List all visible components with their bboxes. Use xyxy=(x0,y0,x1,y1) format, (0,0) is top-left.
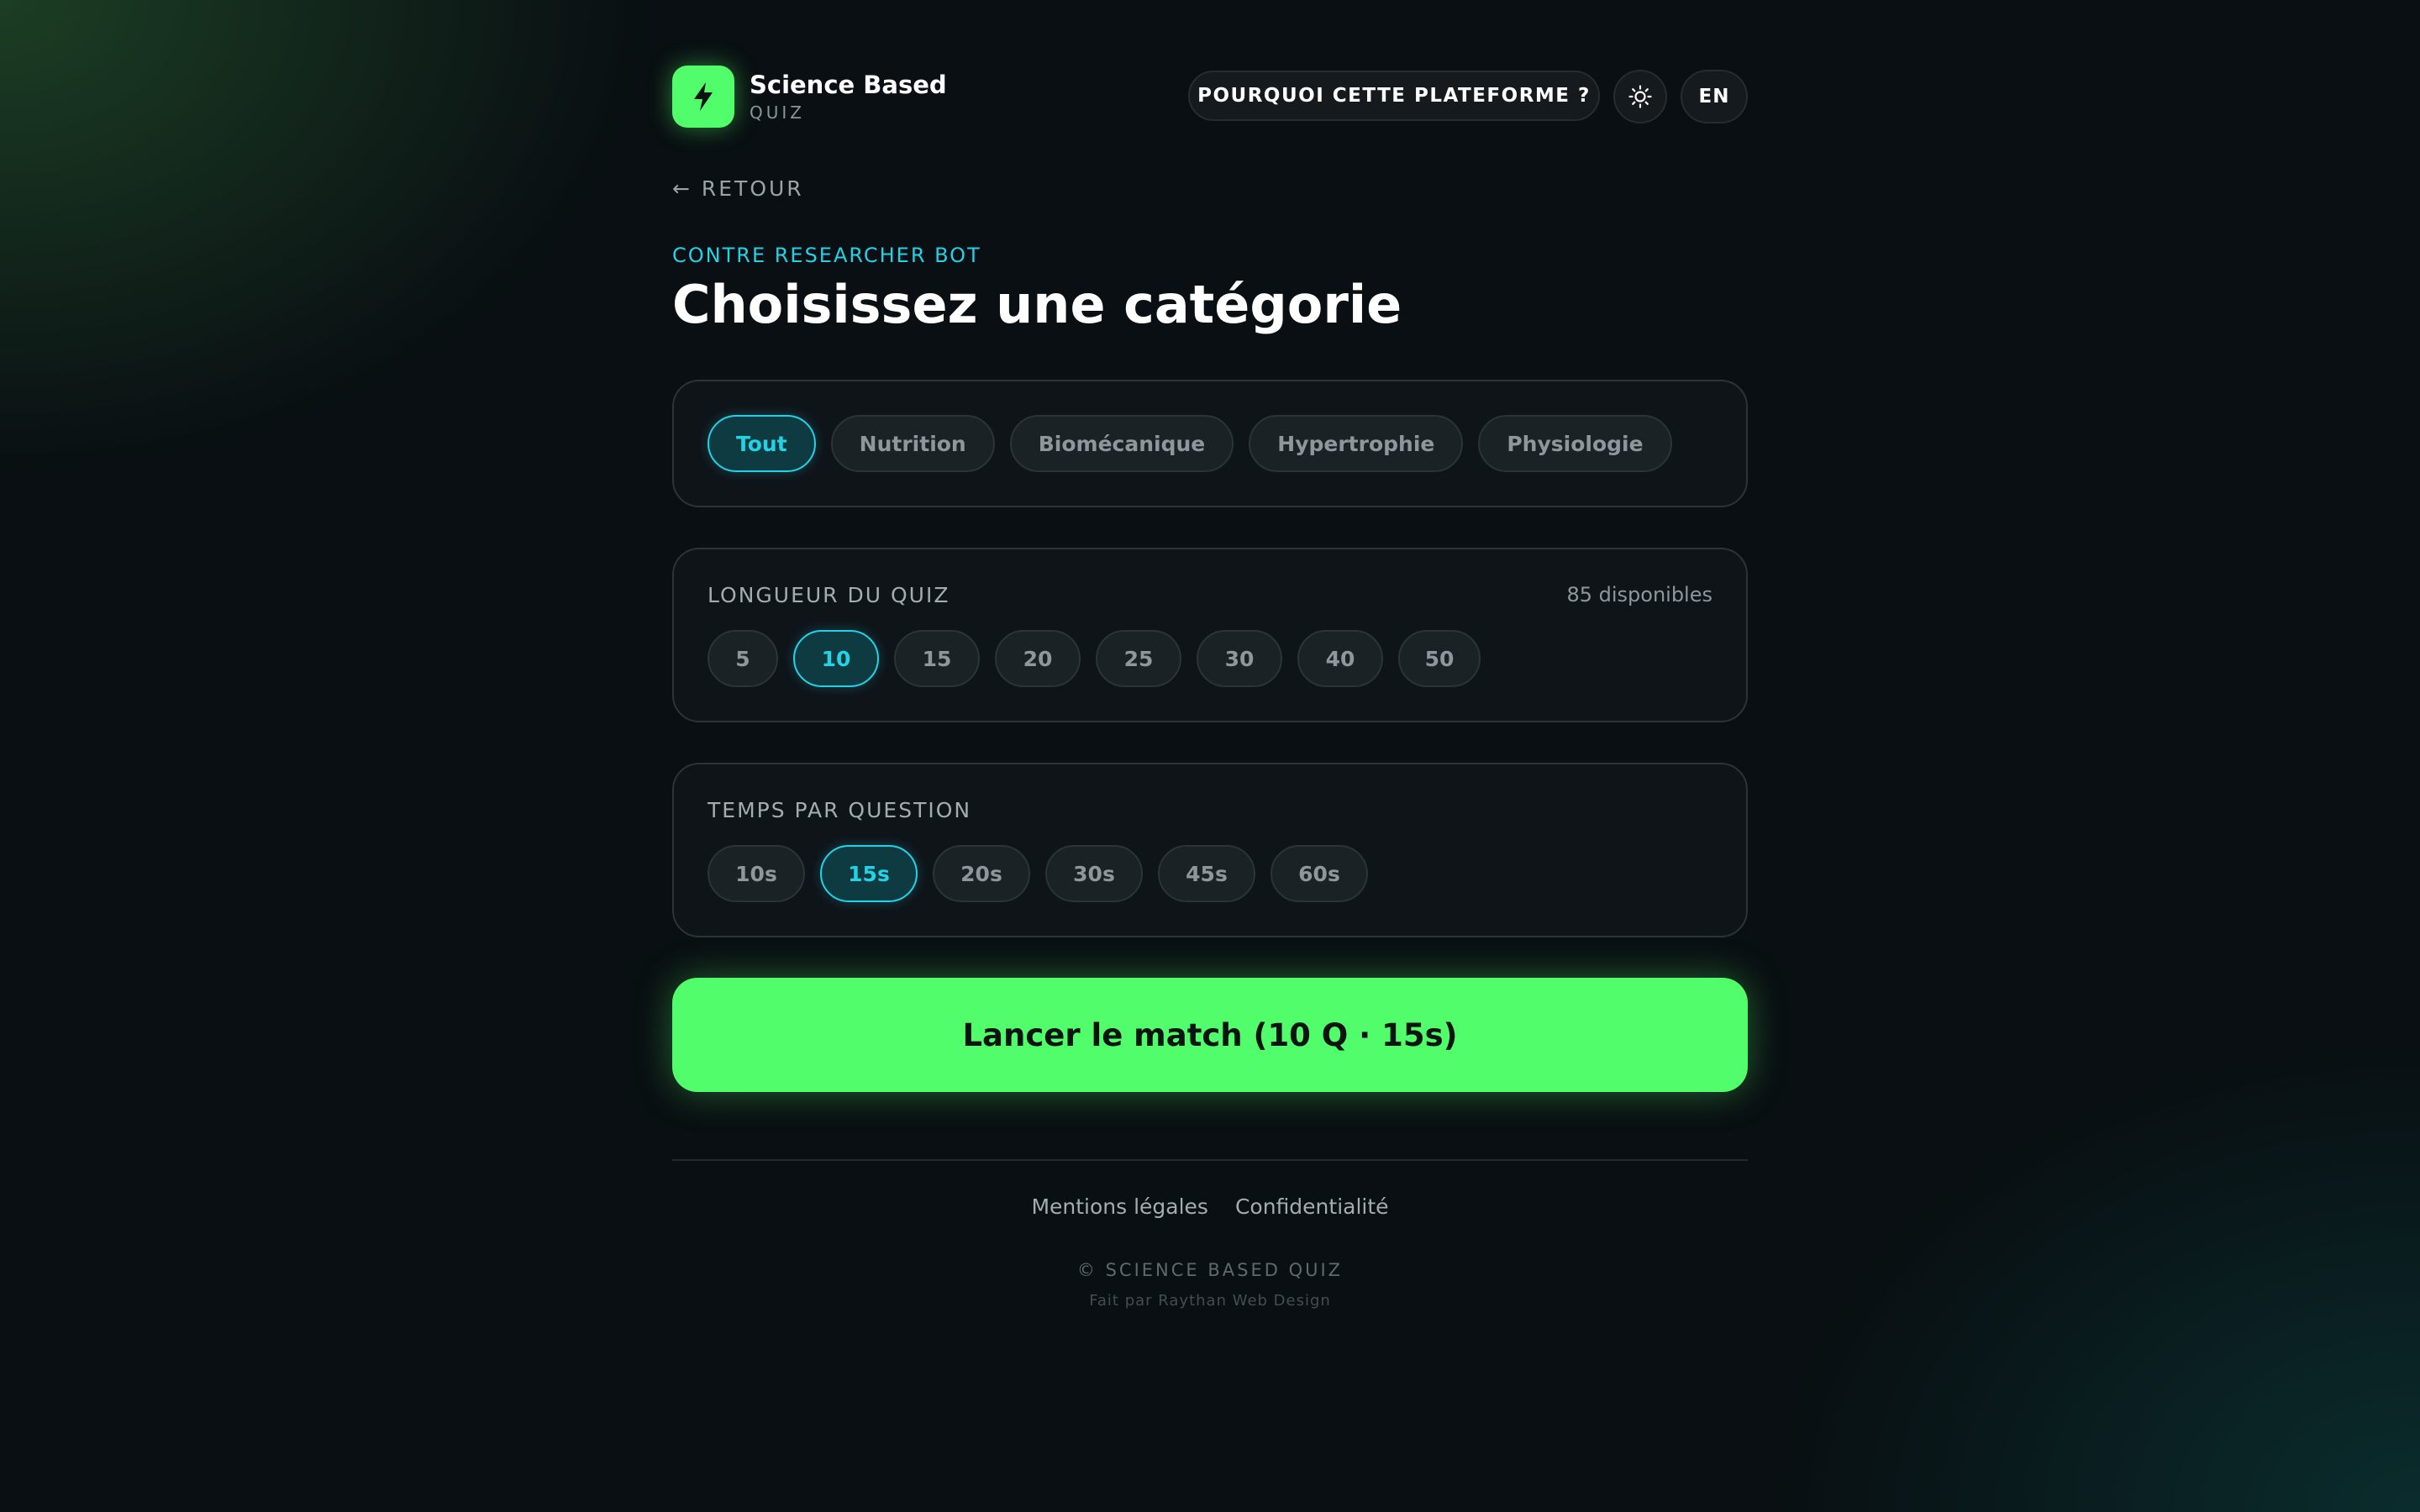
back-link[interactable]: ← RETOUR xyxy=(672,176,804,201)
category-chip[interactable]: Physiologie xyxy=(1478,415,1672,472)
mode-eyebrow: CONTRE RESEARCHER BOT xyxy=(672,244,981,267)
theme-toggle-button[interactable] xyxy=(1613,70,1667,123)
language-button[interactable]: EN xyxy=(1681,70,1748,123)
time-chip[interactable]: 60s xyxy=(1270,845,1368,902)
quiz-length-chip[interactable]: 40 xyxy=(1297,630,1383,687)
category-chip[interactable]: Nutrition xyxy=(830,415,995,472)
quiz-length-chip[interactable]: 50 xyxy=(1398,630,1481,687)
category-chip[interactable]: Biomécanique xyxy=(1009,415,1234,472)
footer-link[interactable]: Mentions légales xyxy=(1031,1194,1208,1219)
footer-copyright: © SCIENCE BASED QUIZ xyxy=(1076,1260,1344,1280)
category-panel: Tout Nutrition Biomécanique Hypertrophie Phy… xyxy=(672,380,1748,507)
time-chip[interactable]: 15s xyxy=(820,845,918,902)
quiz-length-chip[interactable]: 10 xyxy=(793,630,879,687)
logo[interactable] xyxy=(672,66,734,128)
time-chip[interactable]: 30s xyxy=(1045,845,1143,902)
footer-links: Mentions légales Confidentialité xyxy=(672,1194,1748,1219)
category-chip[interactable]: Hypertrophie xyxy=(1249,415,1464,472)
launch-match-button[interactable]: Lancer le match (10 Q · 15s) xyxy=(672,978,1748,1092)
page-title: Choisissez une catégorie xyxy=(672,274,1402,335)
footer-link[interactable]: Confidentialité xyxy=(1235,1194,1389,1219)
brand-subtitle: QUIZ xyxy=(750,102,805,123)
category-chips: Tout Nutrition Biomécanique Hypertrophie Phy… xyxy=(708,415,1672,472)
footer-credit: Fait par Raythan Web Design xyxy=(1089,1292,1331,1310)
time-per-question-panel: TEMPS PAR QUESTION 10s 15s 20s 30s 45s 60s xyxy=(672,763,1748,937)
quiz-length-chip[interactable]: 20 xyxy=(995,630,1081,687)
quiz-length-chip[interactable]: 30 xyxy=(1197,630,1282,687)
header: Science Based QUIZ POURQUOI CETTE PLATEF… xyxy=(672,66,1748,129)
category-chip[interactable]: Tout xyxy=(708,415,816,472)
why-platform-button[interactable]: POURQUOI CETTE PLATEFORME ? xyxy=(1188,71,1600,121)
quiz-length-chip[interactable]: 15 xyxy=(894,630,980,687)
time-chip[interactable]: 45s xyxy=(1158,845,1255,902)
brand-title: Science Based xyxy=(750,71,947,99)
quiz-length-chip[interactable]: 5 xyxy=(708,630,778,687)
available-count: 85 disponibles xyxy=(1566,583,1712,606)
time-per-question-label: TEMPS PAR QUESTION xyxy=(708,798,972,822)
sun-icon xyxy=(1628,85,1652,108)
quiz-length-chip[interactable]: 25 xyxy=(1096,630,1181,687)
time-chips: 10s 15s 20s 30s 45s 60s xyxy=(708,845,1368,902)
lightning-icon xyxy=(694,82,713,111)
quiz-length-panel: LONGUEUR DU QUIZ 85 disponibles 5 10 15 20 2… xyxy=(672,548,1748,722)
time-chip[interactable]: 20s xyxy=(933,845,1030,902)
quiz-length-label: LONGUEUR DU QUIZ xyxy=(708,583,950,607)
time-chip[interactable]: 10s xyxy=(708,845,805,902)
footer-divider xyxy=(672,1159,1748,1161)
quiz-length-chips: 5 10 15 20 25 30 40 50 xyxy=(708,630,1481,687)
